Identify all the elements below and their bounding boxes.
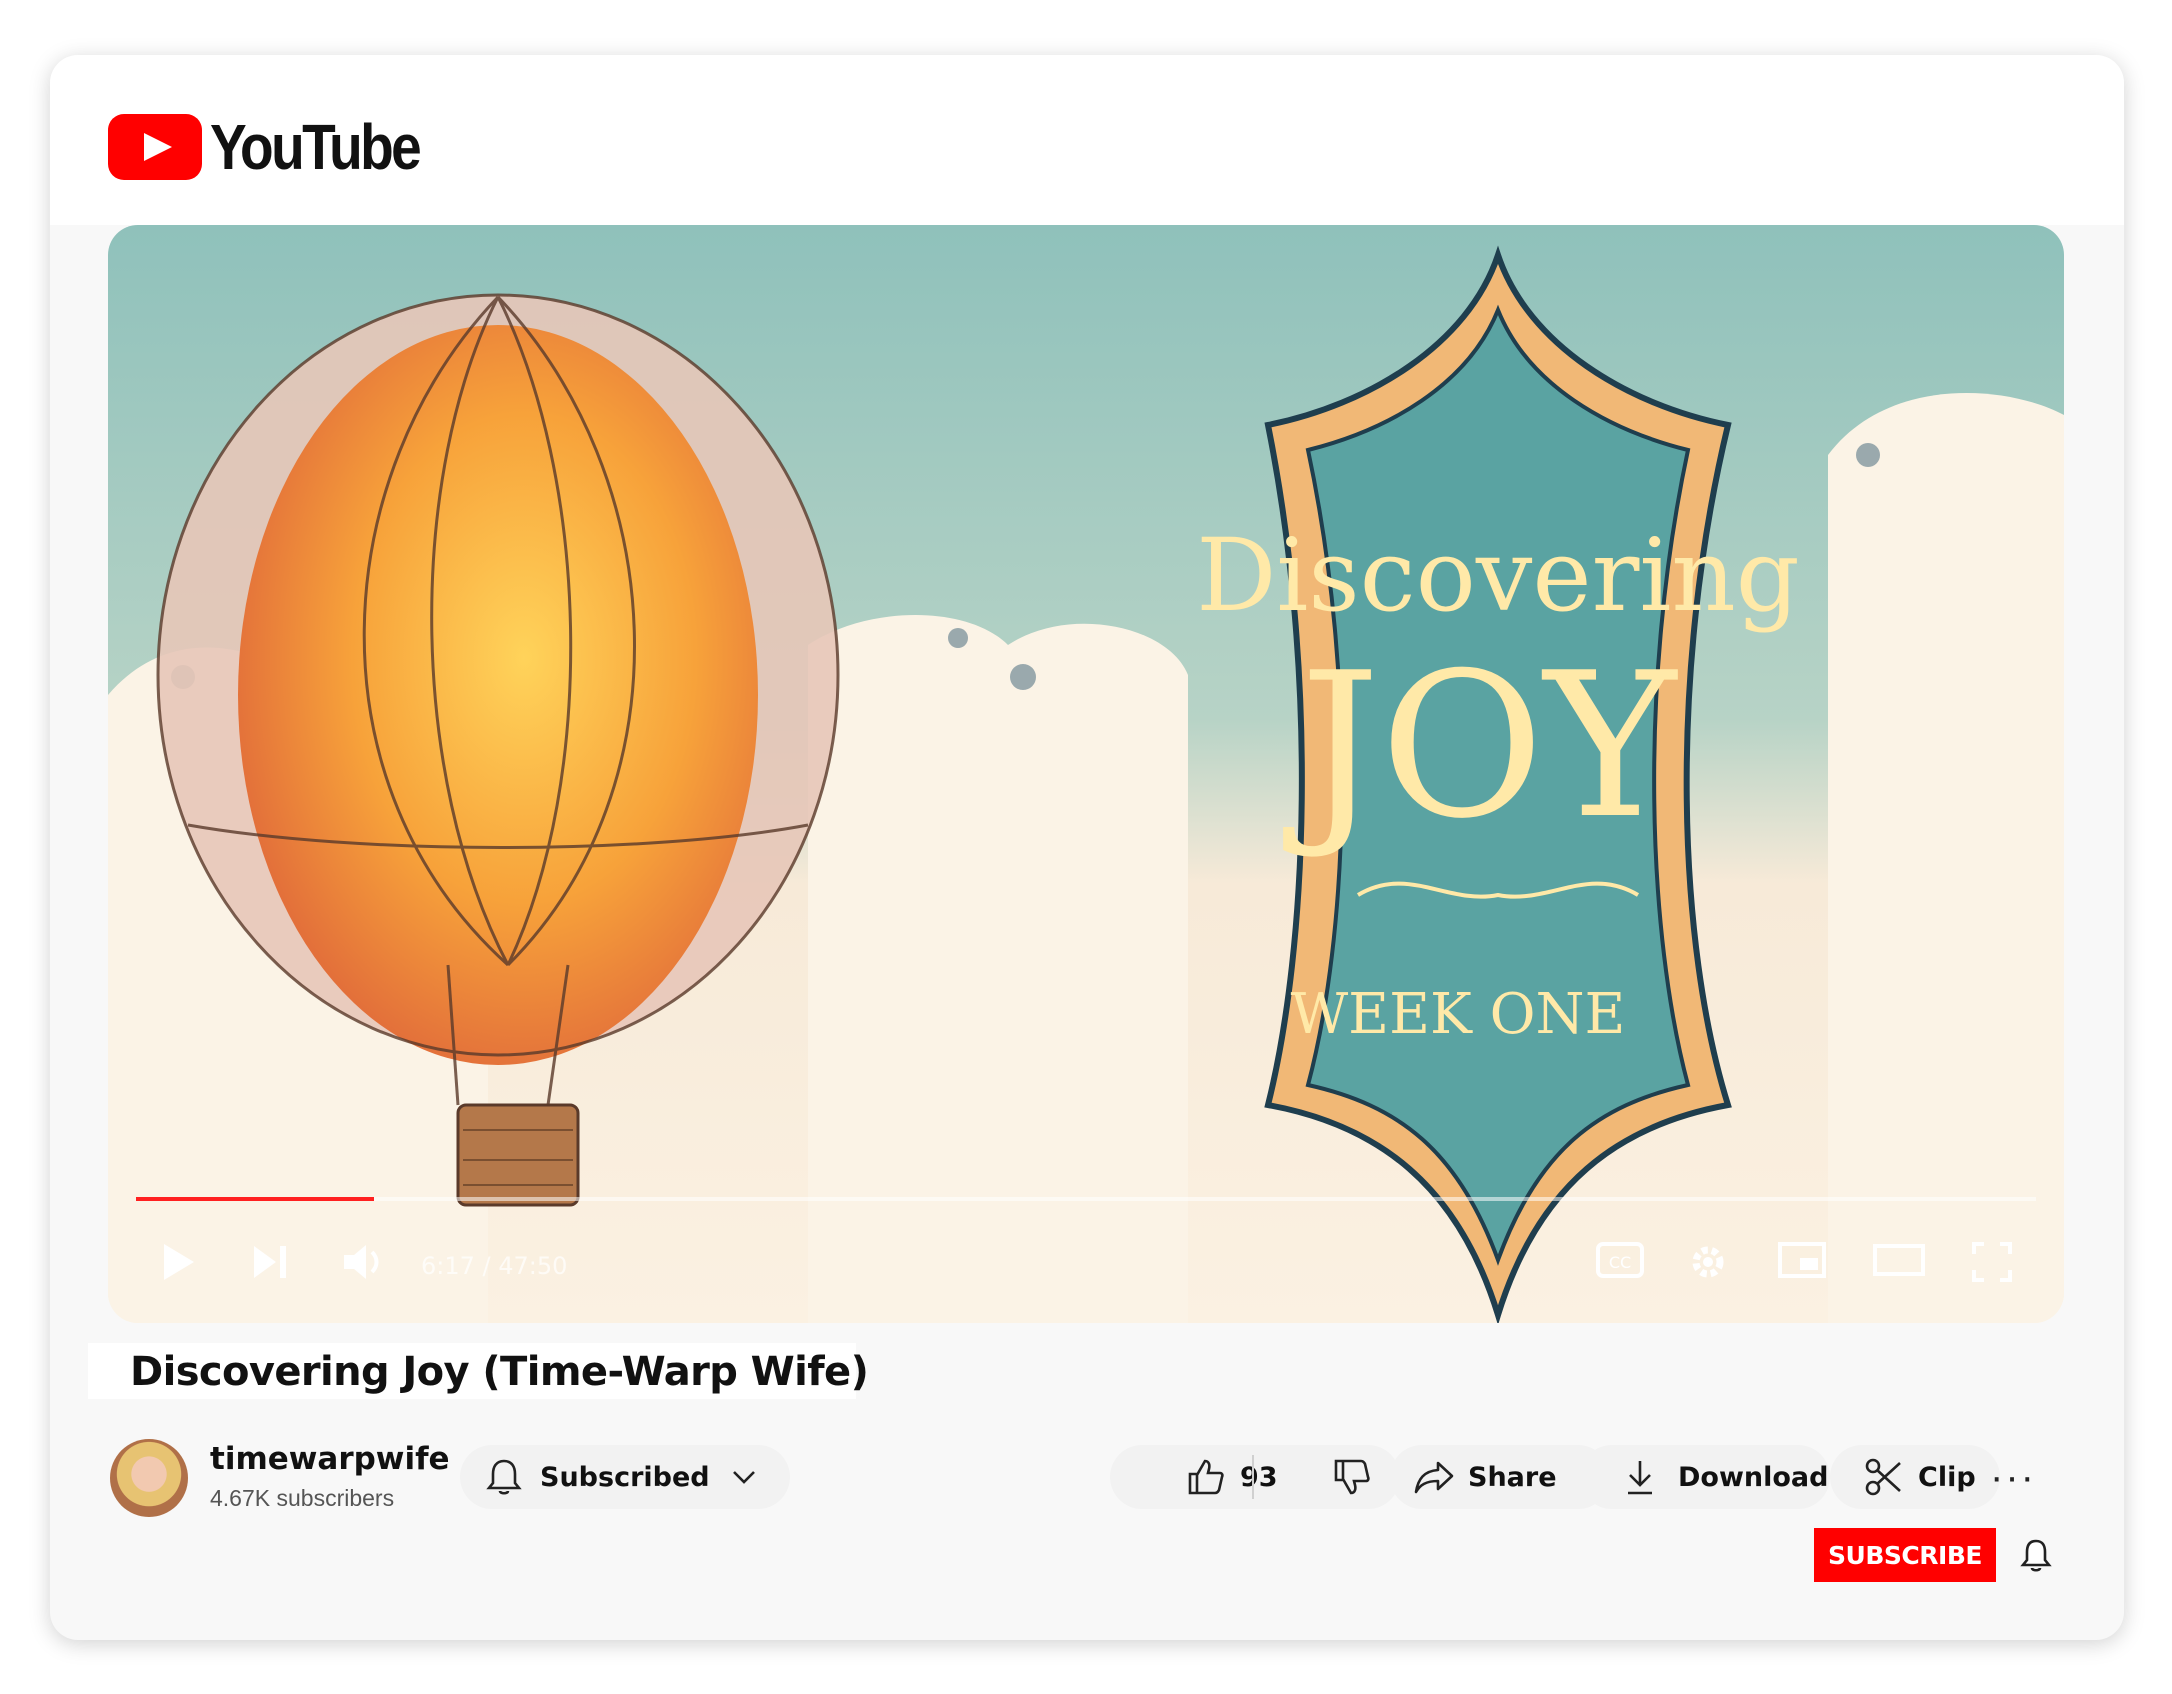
player-controls: 6:17 / 47:50 CC bbox=[108, 1230, 2064, 1300]
youtube-card: YouTube Discovering JOY WEEK ONE 6:17 / … bbox=[50, 55, 2124, 1640]
thumbnail-line2: JOY bbox=[1283, 630, 1678, 863]
channel-avatar[interactable] bbox=[110, 1439, 188, 1517]
share-button[interactable]: Share bbox=[1390, 1445, 1610, 1509]
like-divider bbox=[1252, 1455, 1254, 1499]
video-title: Discovering Joy (Time-Warp Wife) bbox=[130, 1349, 869, 1395]
chevron-down-icon bbox=[732, 1471, 755, 1484]
progress-fill bbox=[136, 1197, 374, 1201]
youtube-logo[interactable]: YouTube bbox=[108, 110, 453, 184]
download-icon bbox=[1628, 1461, 1652, 1495]
captions-icon[interactable]: CC bbox=[1596, 1240, 1644, 1280]
notification-bell-icon[interactable] bbox=[2020, 1537, 2052, 1573]
channel-name[interactable]: timewarpwife bbox=[210, 1441, 450, 1477]
settings-icon[interactable] bbox=[1686, 1240, 1730, 1284]
scissors-icon bbox=[1865, 1458, 1901, 1496]
progress-bar[interactable] bbox=[136, 1197, 2036, 1201]
thumbnail-line1: Discovering bbox=[1196, 517, 1800, 634]
actions-row: timewarpwife 4.67K subscribers Subscribe… bbox=[50, 1435, 2124, 1535]
share-label: Share bbox=[1468, 1461, 1557, 1493]
clip-label: Clip bbox=[1918, 1461, 1976, 1493]
thumbs-down-icon[interactable] bbox=[1332, 1457, 1372, 1497]
video-player[interactable]: Discovering JOY WEEK ONE 6:17 / 47:50 CC bbox=[108, 225, 2064, 1323]
subscribe-button[interactable]: SUBSCRIBE bbox=[1814, 1528, 1996, 1582]
thumbs-up-icon bbox=[1188, 1459, 1224, 1495]
more-actions-button[interactable]: ··· bbox=[1990, 1455, 2036, 1500]
svg-text:CC: CC bbox=[1609, 1253, 1631, 1272]
share-icon bbox=[1414, 1461, 1454, 1494]
thumbnail-line3: WEEK ONE bbox=[1291, 982, 1626, 1047]
subscribed-button[interactable]: Subscribed bbox=[460, 1445, 790, 1509]
like-count: 93 bbox=[1240, 1461, 1278, 1493]
clip-button[interactable]: Clip bbox=[1830, 1445, 2000, 1509]
subscribed-label: Subscribed bbox=[540, 1461, 710, 1493]
play-icon[interactable] bbox=[158, 1240, 198, 1284]
bell-icon bbox=[486, 1459, 522, 1495]
subscriber-count: 4.67K subscribers bbox=[210, 1485, 395, 1511]
logo-text: YouTube bbox=[210, 111, 422, 183]
youtube-play-logo-icon bbox=[108, 114, 202, 180]
timecode: 6:17 / 47:50 bbox=[421, 1252, 568, 1280]
download-button[interactable]: Download bbox=[1580, 1445, 1830, 1509]
next-icon[interactable] bbox=[248, 1240, 292, 1284]
download-label: Download bbox=[1678, 1461, 1829, 1493]
title-box: Discovering Joy (Time-Warp Wife) bbox=[88, 1343, 869, 1399]
miniplayer-icon[interactable] bbox=[1778, 1240, 1826, 1280]
theater-icon[interactable] bbox=[1873, 1240, 1925, 1280]
volume-icon[interactable] bbox=[340, 1240, 388, 1284]
video-thumbnail: Discovering JOY WEEK ONE bbox=[108, 225, 2064, 1323]
like-button[interactable]: 93 bbox=[1110, 1445, 1400, 1509]
masthead: YouTube bbox=[50, 55, 2124, 225]
fullscreen-icon[interactable] bbox=[1970, 1240, 2014, 1284]
